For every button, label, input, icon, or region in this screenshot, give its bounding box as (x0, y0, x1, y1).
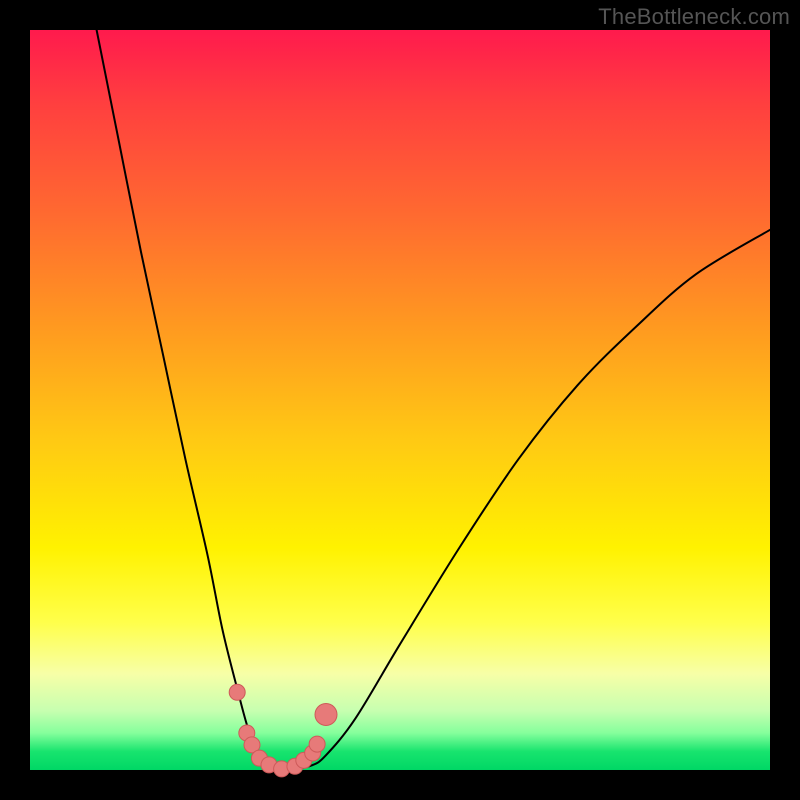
data-marker (309, 736, 325, 752)
chart-frame: TheBottleneck.com (0, 0, 800, 800)
data-marker (315, 704, 337, 726)
marker-group (229, 684, 337, 777)
plot-area (30, 30, 770, 770)
bottleneck-curve (97, 30, 770, 769)
watermark-text: TheBottleneck.com (598, 4, 790, 30)
chart-svg (30, 30, 770, 770)
data-marker (229, 684, 245, 700)
